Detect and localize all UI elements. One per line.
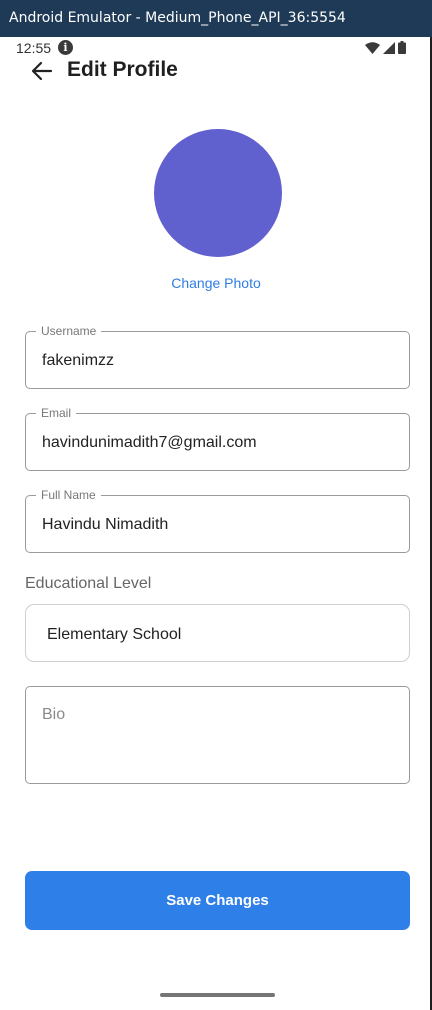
info-icon: i — [58, 40, 73, 55]
full-name-value[interactable]: Havindu Nimadith — [42, 516, 168, 534]
username-label: Username — [36, 324, 102, 338]
status-icons — [365, 41, 406, 54]
avatar[interactable] — [154, 129, 282, 257]
status-time: 12:55 — [16, 40, 52, 56]
save-button[interactable]: Save Changes — [25, 871, 410, 930]
battery-icon — [398, 41, 406, 54]
full-name-field[interactable]: Full Name Havindu Nimadith — [25, 488, 410, 553]
username-field[interactable]: Username fakenimzz — [25, 324, 410, 389]
email-field[interactable]: Email havindunimadith7@gmail.com — [25, 406, 410, 471]
gesture-nav-bar[interactable] — [160, 993, 275, 997]
username-value[interactable]: fakenimzz — [42, 352, 114, 370]
page-title: Edit Profile — [67, 58, 178, 81]
change-photo-button[interactable]: Change Photo — [0, 275, 432, 291]
wifi-icon — [365, 42, 380, 54]
signal-icon — [383, 42, 395, 54]
window-title: Android Emulator - Medium_Phone_API_36:5… — [0, 0, 432, 37]
educational-level-label: Educational Level — [25, 575, 152, 592]
full-name-label: Full Name — [36, 488, 101, 502]
educational-level-value: Elementary School — [47, 626, 182, 643]
email-value[interactable]: havindunimadith7@gmail.com — [42, 434, 257, 452]
bio-input[interactable] — [25, 686, 410, 784]
educational-level-select[interactable]: Elementary School — [25, 604, 410, 662]
email-label: Email — [36, 406, 77, 420]
arrow-left-icon[interactable] — [30, 60, 54, 82]
